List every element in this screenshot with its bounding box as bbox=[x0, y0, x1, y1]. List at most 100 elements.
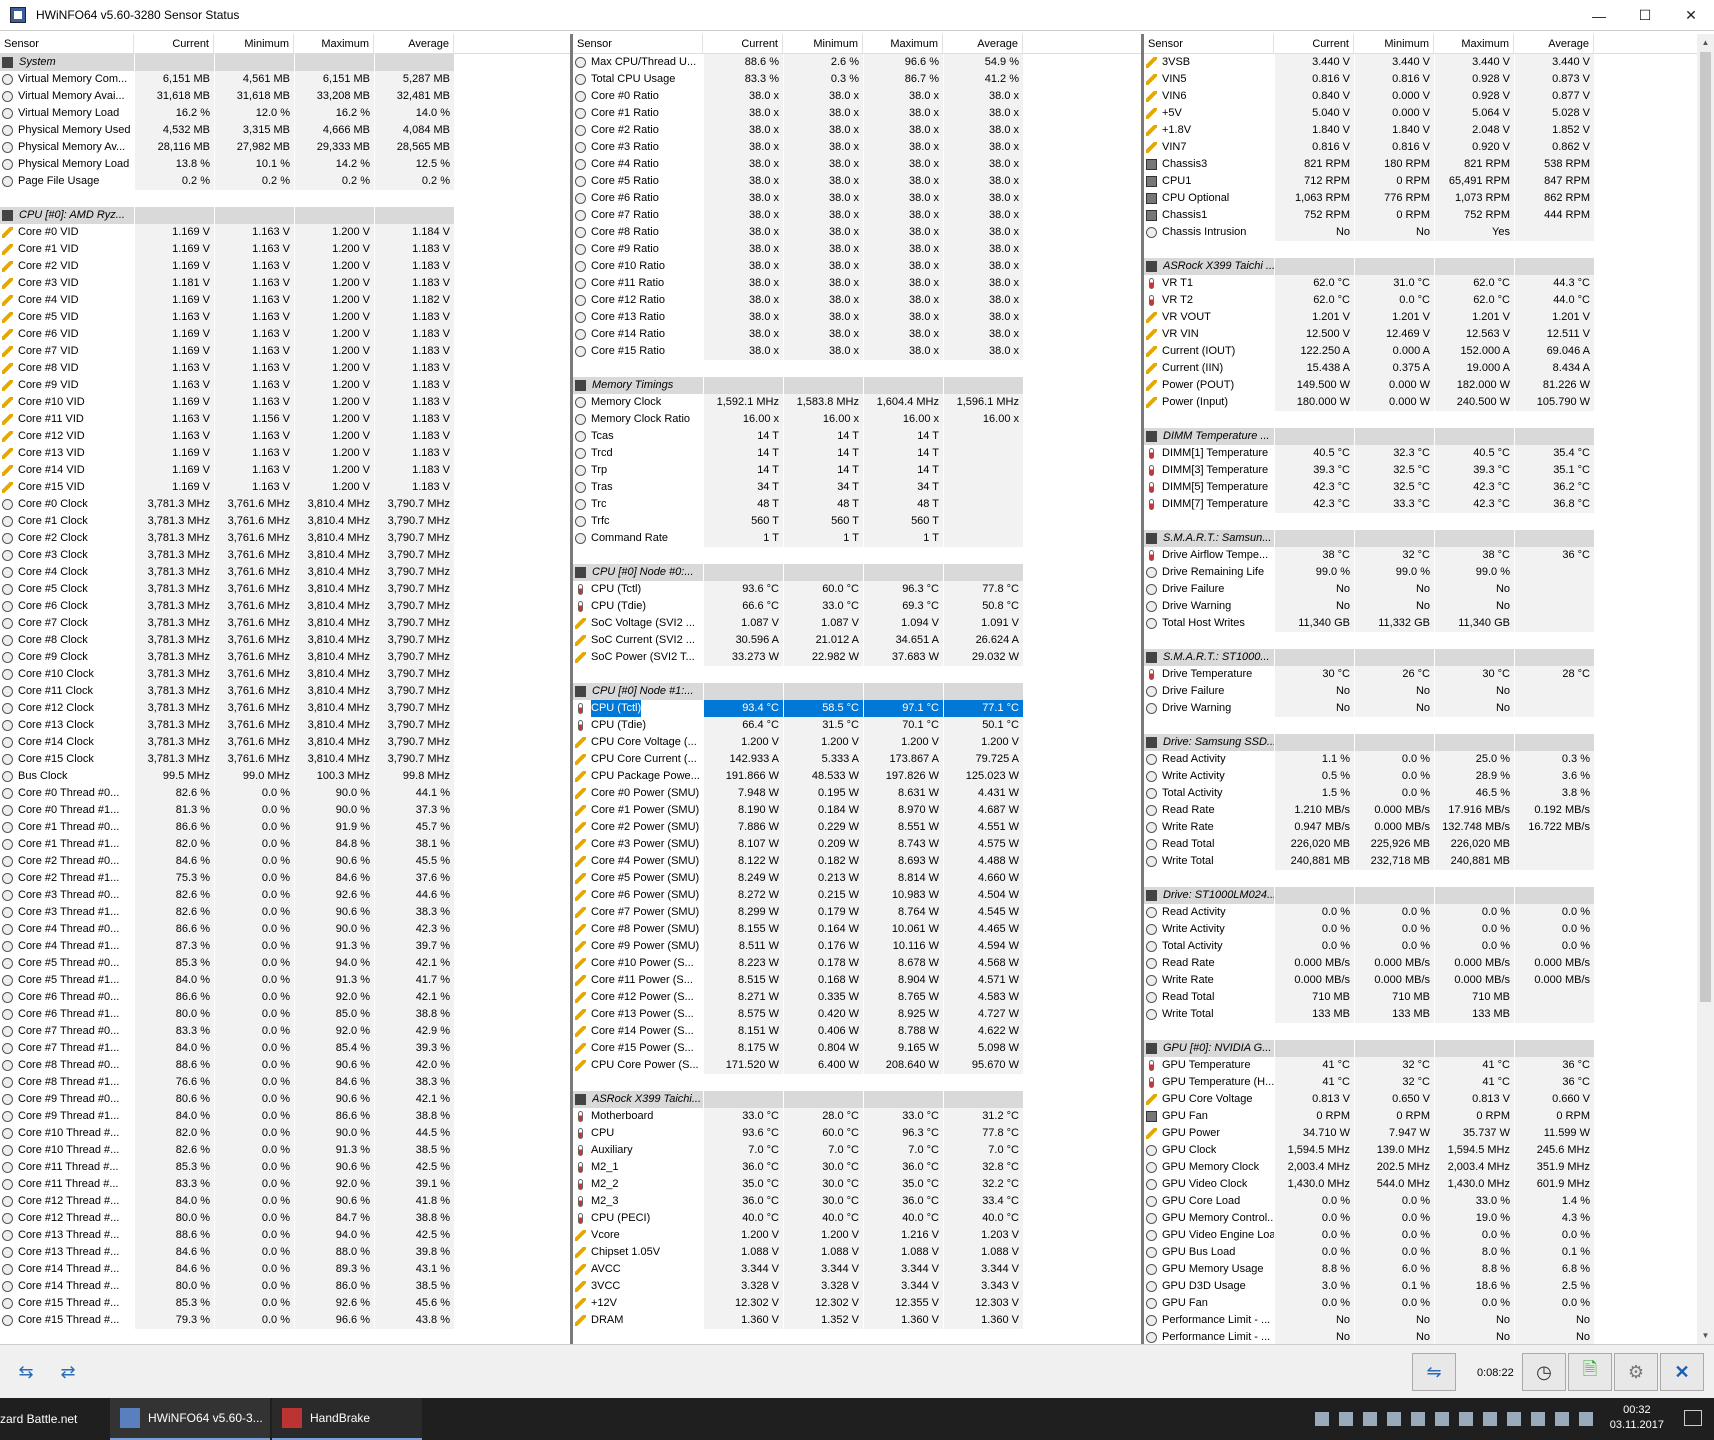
sensor-row[interactable]: Core #14 Power (S... 8.151 W 0.406 W 8.788 … bbox=[573, 1023, 1143, 1040]
sensor-row[interactable]: VIN5 0.816 V 0.816 V 0.928 V 0.873 V bbox=[1144, 71, 1697, 88]
sensor-row[interactable]: GPU Temperature (H... 41 °C 32 °C 41 °C 36 °… bbox=[1144, 1074, 1697, 1091]
tray-app-icon[interactable] bbox=[1411, 1412, 1425, 1426]
tray-app-icon[interactable] bbox=[1363, 1412, 1377, 1426]
sensor-row[interactable]: Read Rate 1.210 MB/s 0.000 MB/s 17.916 MB/s… bbox=[1144, 802, 1697, 819]
column-header-current[interactable]: Current bbox=[703, 34, 783, 54]
sensor-row[interactable]: Core #1 Thread #0... 86.6 % 0.0 % 91.9 % 45.… bbox=[0, 819, 572, 836]
sensor-row[interactable]: Physical Memory Used 4,532 MB 3,315 MB 4,66… bbox=[0, 122, 572, 139]
sensor-row[interactable]: GPU Power 34.710 W 7.947 W 35.737 W 11.599 W bbox=[1144, 1125, 1697, 1142]
sensor-row[interactable]: CPU (Tdie) 66.6 °C 33.0 °C 69.3 °C 50.8 °C bbox=[573, 598, 1143, 615]
sensor-row[interactable]: Total Activity 0.0 % 0.0 % 0.0 % 0.0 % bbox=[1144, 938, 1697, 955]
sensor-row[interactable]: GPU Fan 0.0 % 0.0 % 0.0 % 0.0 % bbox=[1144, 1295, 1697, 1312]
column-header-average[interactable]: Average bbox=[943, 34, 1023, 54]
sensor-row[interactable]: Core #1 Clock 3,781.3 MHz 3,761.6 MHz 3,810… bbox=[0, 513, 572, 530]
sensor-row[interactable]: GPU Memory Clock 2,003.4 MHz 202.5 MHz 2,00… bbox=[1144, 1159, 1697, 1176]
sensor-row[interactable]: Core #7 Thread #0... 83.3 % 0.0 % 92.0 % 42.… bbox=[0, 1023, 572, 1040]
sensor-row[interactable]: GPU Video Engine Load 0.0 % 0.0 % 0.0 % 0.0 … bbox=[1144, 1227, 1697, 1244]
sensor-row[interactable]: Read Activity 1.1 % 0.0 % 25.0 % 0.3 % bbox=[1144, 751, 1697, 768]
sensor-row[interactable]: Core #5 Thread #0... 85.3 % 0.0 % 94.0 % 42.… bbox=[0, 955, 572, 972]
notification-icon[interactable] bbox=[1684, 1410, 1702, 1426]
sensor-row[interactable]: +12V 12.302 V 12.302 V 12.355 V 12.303 V bbox=[573, 1295, 1143, 1312]
sensor-row[interactable]: Drive Warning No No No bbox=[1144, 598, 1697, 615]
sensor-group-header[interactable]: Drive: Samsung SSD... bbox=[1144, 734, 1697, 751]
sensor-group-header[interactable]: DIMM Temperature ... bbox=[1144, 428, 1697, 445]
tray-app-icon[interactable] bbox=[1555, 1412, 1569, 1426]
sensor-row[interactable]: Drive Failure No No No bbox=[1144, 581, 1697, 598]
column-header-maximum[interactable]: Maximum bbox=[294, 34, 374, 54]
sensor-row[interactable]: 3VCC 3.328 V 3.328 V 3.344 V 3.343 V bbox=[573, 1278, 1143, 1295]
sensor-row[interactable]: Core #8 Clock 3,781.3 MHz 3,761.6 MHz 3,810… bbox=[0, 632, 572, 649]
sensor-row[interactable]: Write Activity 0.0 % 0.0 % 0.0 % 0.0 % bbox=[1144, 921, 1697, 938]
sensor-row[interactable]: CPU (Tdie) 66.4 °C 31.5 °C 70.1 °C 50.1 °C bbox=[573, 717, 1143, 734]
sensor-row[interactable]: M2_1 36.0 °C 30.0 °C 36.0 °C 32.8 °C bbox=[573, 1159, 1143, 1176]
sensor-row[interactable]: DIMM[1] Temperature 40.5 °C 32.3 °C 40.5 °C… bbox=[1144, 445, 1697, 462]
sensor-row[interactable]: Memory Clock 1,592.1 MHz 1,583.8 MHz 1,604.… bbox=[573, 394, 1143, 411]
sensor-row[interactable]: GPU Temperature 41 °C 32 °C 41 °C 36 °C bbox=[1144, 1057, 1697, 1074]
sensor-row[interactable]: Core #13 Power (S... 8.575 W 0.420 W 8.925 … bbox=[573, 1006, 1143, 1023]
maximize-button[interactable]: ☐ bbox=[1622, 0, 1668, 31]
sensor-row[interactable]: Core #5 VID 1.163 V 1.163 V 1.200 V 1.183 V bbox=[0, 309, 572, 326]
sensor-row[interactable]: Drive Temperature 30 °C 26 °C 30 °C 28 °C bbox=[1144, 666, 1697, 683]
sensor-row[interactable]: CPU Package Powe... 191.866 W 48.533 W 197.… bbox=[573, 768, 1143, 785]
sensor-row[interactable]: Read Total 226,020 MB 225,926 MB 226,020 MB bbox=[1144, 836, 1697, 853]
sensor-row[interactable]: Total Host Writes 11,340 GB 11,332 GB 11,34… bbox=[1144, 615, 1697, 632]
sensor-row[interactable]: GPU Fan 0 RPM 0 RPM 0 RPM 0 RPM bbox=[1144, 1108, 1697, 1125]
sensor-row[interactable]: Write Total 133 MB 133 MB 133 MB bbox=[1144, 1006, 1697, 1023]
sensor-group-header[interactable]: S.M.A.R.T.: ST1000... bbox=[1144, 649, 1697, 666]
sensor-row[interactable]: +1.8V 1.840 V 1.840 V 2.048 V 1.852 V bbox=[1144, 122, 1697, 139]
tray-app-icon[interactable] bbox=[1339, 1412, 1353, 1426]
sensor-row[interactable]: Core #0 Thread #0... 82.6 % 0.0 % 90.0 % 44.… bbox=[0, 785, 572, 802]
sensor-group-header[interactable]: CPU [#0]: AMD Ryz... bbox=[0, 207, 572, 224]
sensor-row[interactable]: Core #10 Power (S... 8.223 W 0.178 W 8.678 … bbox=[573, 955, 1143, 972]
sensor-row[interactable]: Core #5 Ratio 38.0 x 38.0 x 38.0 x 38.0 x bbox=[573, 173, 1143, 190]
sensor-group-header[interactable]: Memory Timings bbox=[573, 377, 1143, 394]
sensor-row[interactable]: Chipset 1.05V 1.088 V 1.088 V 1.088 V 1.088 … bbox=[573, 1244, 1143, 1261]
sensor-row[interactable]: CPU Core Current (... 142.933 A 5.333 A 173… bbox=[573, 751, 1143, 768]
sensor-row[interactable]: Core #12 Ratio 38.0 x 38.0 x 38.0 x 38.0 x bbox=[573, 292, 1143, 309]
sensor-row[interactable]: Core #8 Ratio 38.0 x 38.0 x 38.0 x 38.0 x bbox=[573, 224, 1143, 241]
sensor-row[interactable]: Drive Failure No No No bbox=[1144, 683, 1697, 700]
sensor-row[interactable]: DIMM[5] Temperature 42.3 °C 32.5 °C 42.3 °C… bbox=[1144, 479, 1697, 496]
sensor-row[interactable]: Chassis1 752 RPM 0 RPM 752 RPM 444 RPM bbox=[1144, 207, 1697, 224]
sensor-row[interactable]: Current (IOUT) 122.250 A 0.000 A 152.000 A6… bbox=[1144, 343, 1697, 360]
sensor-row[interactable]: Core #11 Thread #... 83.3 % 0.0 % 92.0 % 39.… bbox=[0, 1176, 572, 1193]
sensor-row[interactable]: Core #5 Power (SMU) 8.249 W 0.213 W 8.814 W… bbox=[573, 870, 1143, 887]
sensor-row[interactable]: Core #6 Ratio 38.0 x 38.0 x 38.0 x 38.0 x bbox=[573, 190, 1143, 207]
sensor-row[interactable]: Motherboard 33.0 °C 28.0 °C 33.0 °C 31.2 °C bbox=[573, 1108, 1143, 1125]
sensor-row[interactable]: Memory Clock Ratio 16.00 x 16.00 x 16.00 x1… bbox=[573, 411, 1143, 428]
sensor-row[interactable]: DRAM 1.360 V 1.352 V 1.360 V 1.360 V bbox=[573, 1312, 1143, 1329]
vertical-scrollbar[interactable]: ▲ ▼ bbox=[1697, 34, 1714, 1344]
sensor-row[interactable]: Core #11 VID 1.163 V 1.156 V 1.200 V 1.183 V bbox=[0, 411, 572, 428]
sensor-row[interactable]: Performance Limit - ... No No No No bbox=[1144, 1329, 1697, 1344]
sensor-row[interactable]: Core #8 Power (SMU) 8.155 W 0.164 W 10.061 … bbox=[573, 921, 1143, 938]
sensor-row[interactable]: Drive Airflow Tempe... 38 °C 32 °C 38 °C 36 … bbox=[1144, 547, 1697, 564]
column-header-minimum[interactable]: Minimum bbox=[783, 34, 863, 54]
sensor-row[interactable]: Command Rate 1 T1 T1 T bbox=[573, 530, 1143, 547]
sensor-row[interactable]: Virtual Memory Avai... 31,618 MB 31,618 MB… bbox=[0, 88, 572, 105]
sensor-row[interactable]: Core #7 Thread #1... 84.0 % 0.0 % 85.4 % 39.… bbox=[0, 1040, 572, 1057]
close-window-button[interactable]: ✕ bbox=[1668, 0, 1714, 31]
sensor-row[interactable]: Current (IIN) 15.438 A 0.375 A 19.000 A 8.43… bbox=[1144, 360, 1697, 377]
expand-collapse-button[interactable]: ⇆ bbox=[4, 1353, 48, 1391]
sensor-row[interactable]: Core #12 Thread #... 80.0 % 0.0 % 84.7 % 38.… bbox=[0, 1210, 572, 1227]
sensor-row[interactable]: VR T2 62.0 °C 0.0 °C 62.0 °C 44.0 °C bbox=[1144, 292, 1697, 309]
tray-app-icon[interactable] bbox=[1483, 1412, 1497, 1426]
sensor-row[interactable]: CPU 93.6 °C 60.0 °C 96.3 °C 77.8 °C bbox=[573, 1125, 1143, 1142]
sensor-row[interactable]: CPU (Tctl) 93.6 °C 60.0 °C 96.3 °C 77.8 °C bbox=[573, 581, 1143, 598]
sensor-group-header[interactable]: S.M.A.R.T.: Samsun... bbox=[1144, 530, 1697, 547]
sensor-row[interactable]: Core #0 Ratio 38.0 x 38.0 x 38.0 x 38.0 x bbox=[573, 88, 1143, 105]
sensor-row[interactable]: Core #1 Thread #1... 82.0 % 0.0 % 84.8 % 38.… bbox=[0, 836, 572, 853]
sensor-row[interactable]: Core #11 Ratio 38.0 x 38.0 x 38.0 x 38.0 x bbox=[573, 275, 1143, 292]
sensor-row[interactable]: Core #9 Ratio 38.0 x 38.0 x 38.0 x 38.0 x bbox=[573, 241, 1143, 258]
sensor-row[interactable]: Total CPU Usage 83.3 % 0.3 % 86.7 % 41.2 % bbox=[573, 71, 1143, 88]
sensor-row[interactable]: Core #3 Thread #0... 82.6 % 0.0 % 92.6 % 44.… bbox=[0, 887, 572, 904]
sensor-row[interactable]: Core #9 Clock 3,781.3 MHz 3,761.6 MHz 3,810… bbox=[0, 649, 572, 666]
tray-app-icon[interactable] bbox=[1507, 1412, 1521, 1426]
scroll-thumb[interactable] bbox=[1700, 52, 1711, 1002]
sensor-group-header[interactable]: GPU [#0]: NVIDIA G... bbox=[1144, 1040, 1697, 1057]
sensor-row[interactable]: GPU Core Voltage 0.813 V 0.650 V 0.813 V 0.6… bbox=[1144, 1091, 1697, 1108]
sensor-row[interactable]: CPU1 712 RPM 0 RPM 65,491 RPM 847 RPM bbox=[1144, 173, 1697, 190]
sensor-row[interactable]: Core #10 Thread #... 82.6 % 0.0 % 91.3 % 38.… bbox=[0, 1142, 572, 1159]
sensor-row[interactable]: Core #9 Thread #1... 84.0 % 0.0 % 86.6 % 38.… bbox=[0, 1108, 572, 1125]
sensor-row[interactable]: +5V 5.040 V 0.000 V 5.064 V 5.028 V bbox=[1144, 105, 1697, 122]
